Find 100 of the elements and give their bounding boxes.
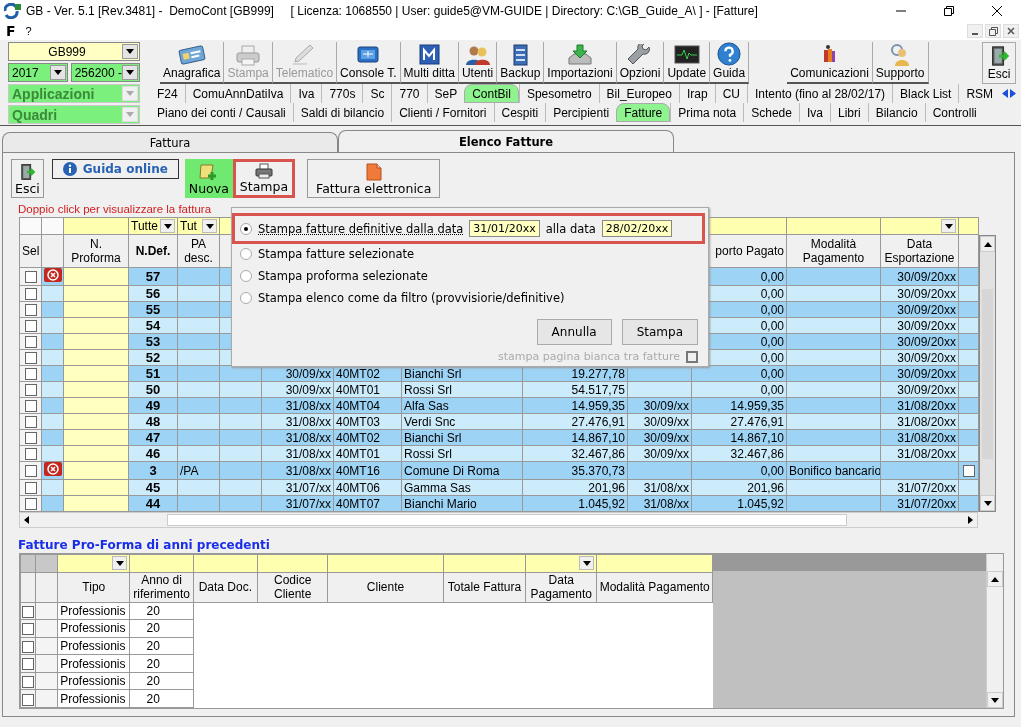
checkbox[interactable] <box>24 320 37 333</box>
toolbar-button[interactable]: Opzioni <box>616 42 665 84</box>
toolbar-button[interactable]: Anagrafica <box>160 42 225 84</box>
option-label[interactable]: Stampa elenco come da filtro (provvisiorie/definitive) <box>258 291 565 305</box>
table-cell: Comune Di Roma <box>404 463 500 478</box>
dialog-button[interactable]: Stampa <box>621 319 698 345</box>
module-tab[interactable]: Spesometro <box>518 84 599 103</box>
exit-button[interactable]: Esci <box>982 42 1016 84</box>
module-tab[interactable]: Iva <box>290 84 322 103</box>
module-tab[interactable]: Libri <box>830 103 868 122</box>
scrollbar[interactable] <box>979 235 996 512</box>
checkbox[interactable] <box>22 623 34 636</box>
toolbar-button[interactable]: Importazioni <box>544 42 617 84</box>
toolbar-button[interactable]: Console T. <box>337 42 401 84</box>
checkbox[interactable] <box>962 465 975 478</box>
close-icon[interactable] <box>991 5 1003 17</box>
module-tab[interactable]: Schede <box>743 103 799 122</box>
date-field[interactable]: 31/01/20xx <box>469 220 540 237</box>
checkbox[interactable] <box>24 465 37 478</box>
toolbar-button[interactable]: Multi ditta <box>400 42 459 84</box>
checkbox[interactable] <box>24 498 37 511</box>
action-button[interactable]: Fattura elettronica <box>307 159 441 198</box>
module-tab[interactable]: Intento (fino al 28/02/17) <box>747 84 893 103</box>
checkbox[interactable] <box>24 368 37 381</box>
module-tab[interactable]: ComuAnnDatiIva <box>184 84 291 103</box>
module-tab[interactable]: 770s <box>321 84 363 103</box>
checkbox[interactable] <box>22 640 34 653</box>
module-tab[interactable]: Piano dei conti / Causali <box>150 103 293 122</box>
module-tab[interactable]: Black List <box>892 84 959 103</box>
checkbox[interactable] <box>24 448 37 461</box>
date-field[interactable]: 28/02/20xx <box>601 220 673 237</box>
checkbox[interactable] <box>24 336 37 349</box>
page-tab[interactable]: Fattura <box>2 132 338 152</box>
option-label[interactable]: Stampa fatture selezionate <box>258 247 415 261</box>
checkbox[interactable] <box>24 432 37 445</box>
module-tab[interactable]: Iva <box>798 103 830 122</box>
menu-item[interactable]: ? <box>25 25 32 37</box>
module-tab[interactable]: Bilancio <box>867 103 925 122</box>
restore-icon[interactable] <box>943 5 955 17</box>
app-logo-icon <box>4 3 22 19</box>
close-icon[interactable] <box>1007 27 1015 35</box>
checkbox[interactable] <box>22 693 34 706</box>
close-button[interactable] <box>1003 24 1019 38</box>
module-tab[interactable]: Controlli <box>924 103 984 122</box>
page-tab[interactable]: Elenco Fatture <box>338 130 674 152</box>
module-tab[interactable]: Prima nota <box>670 103 744 122</box>
action-button[interactable]: Nuova <box>184 159 233 198</box>
module-tab[interactable]: Cespiti <box>493 103 546 122</box>
table-cell: 31/08/xx <box>285 430 331 445</box>
action-button[interactable]: Esci <box>11 159 44 198</box>
year-select[interactable]: 2017 <box>8 63 68 82</box>
toolbar-button[interactable]: Update <box>664 42 711 84</box>
checkbox[interactable] <box>24 352 37 365</box>
checkbox[interactable] <box>24 400 37 413</box>
toolbar-button[interactable]: Utenti <box>458 42 498 84</box>
module-tab[interactable]: Fatture <box>616 103 671 122</box>
menu-item[interactable]: F <box>6 23 16 39</box>
checkbox[interactable] <box>24 288 37 301</box>
module-tab[interactable]: 770 <box>391 84 427 103</box>
checkbox[interactable] <box>22 675 34 688</box>
option-label[interactable]: Stampa proforma selezionate <box>258 269 428 283</box>
scroll-down-icon[interactable] <box>991 697 999 703</box>
module-tab[interactable]: Clienti / Fornitori <box>391 103 494 122</box>
scrollbar[interactable] <box>19 512 978 528</box>
checkbox[interactable] <box>24 271 37 284</box>
checkbox[interactable] <box>22 605 34 618</box>
module-tab[interactable]: Sc <box>362 84 392 103</box>
module-tab[interactable]: ContBil <box>464 84 519 103</box>
code-select[interactable]: 256200 - <box>70 63 140 82</box>
toolbar-button[interactable]: Supporto <box>872 42 929 84</box>
scroll-up-icon[interactable] <box>983 241 992 247</box>
radio-button[interactable] <box>240 248 252 260</box>
checkbox[interactable] <box>22 658 34 671</box>
help-link[interactable]: Guida online <box>51 159 179 179</box>
module-tab[interactable]: Saldi di bilancio <box>292 103 392 122</box>
toolbar-button[interactable]: Guida <box>710 42 750 84</box>
scroll-left-icon[interactable] <box>24 516 29 524</box>
radio-button[interactable] <box>240 292 252 304</box>
module-tab[interactable]: Irap <box>678 84 715 103</box>
module-tab[interactable]: F24 <box>150 84 185 103</box>
dialog-button[interactable]: Annulla <box>536 319 612 345</box>
scroll-up-icon[interactable] <box>991 576 999 582</box>
radio-button[interactable] <box>240 222 252 235</box>
checkbox[interactable] <box>24 416 37 429</box>
scroll-down-icon[interactable] <box>983 500 992 506</box>
toolbar-button[interactable]: Backup <box>497 42 545 84</box>
radio-button[interactable] <box>240 270 252 282</box>
module-tab[interactable]: RSM <box>958 84 1001 103</box>
table-cell: 48 <box>145 414 161 429</box>
checkbox[interactable] <box>24 304 37 317</box>
action-button[interactable]: Stampa <box>232 159 296 198</box>
option-label[interactable]: Stampa fatture definitive dalla data <box>258 221 464 236</box>
module-tab[interactable]: CU <box>714 84 747 103</box>
toolbar-button[interactable]: Comunicazioni <box>787 42 873 84</box>
company-select[interactable]: GB999 <box>8 42 140 61</box>
checkbox[interactable] <box>24 384 37 397</box>
scrollbar[interactable] <box>986 554 1003 708</box>
scroll-right-icon[interactable] <box>968 516 973 524</box>
checkbox[interactable] <box>24 482 37 495</box>
minimize-button[interactable] <box>967 24 983 38</box>
